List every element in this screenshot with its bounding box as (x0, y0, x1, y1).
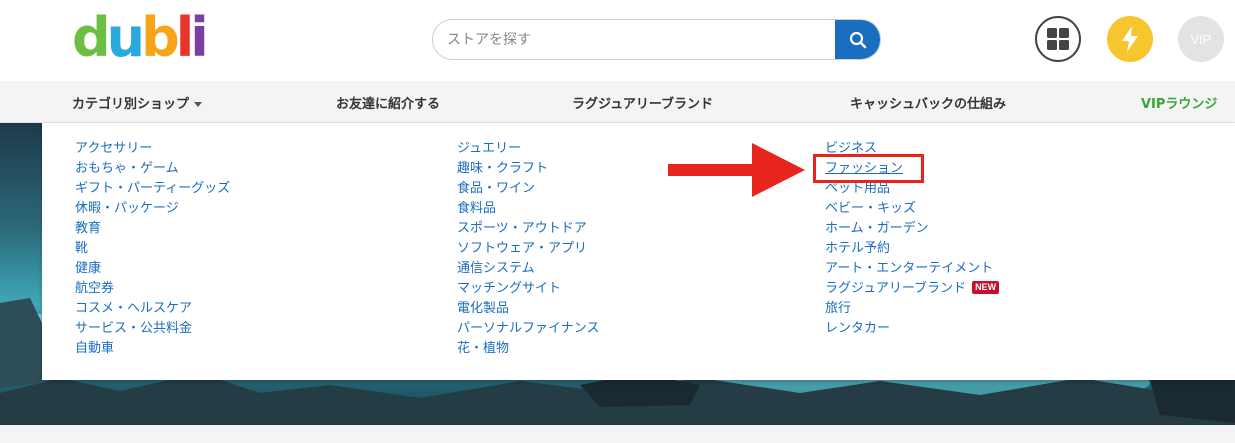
logo-letter-i: i (190, 6, 208, 69)
logo-letter-u: u (106, 6, 146, 69)
category-link[interactable]: おもちゃ・ゲーム (75, 159, 230, 179)
category-link[interactable]: サービス・公共料金 (75, 319, 230, 339)
footer-strip (0, 425, 1235, 443)
main-nav: カテゴリ別ショップ お友達に紹介する ラグジュアリーブランド キャッシュバックの… (0, 81, 1235, 123)
category-link[interactable]: アート・エンターテイメント (825, 259, 999, 279)
search-button[interactable] (835, 20, 880, 59)
category-link[interactable]: マッチングサイト (457, 279, 599, 299)
apps-button[interactable] (1035, 16, 1081, 62)
cashback-button[interactable] (1107, 16, 1153, 62)
logo-letter-d: d (72, 6, 111, 69)
category-link-luxury-label: ラグジュアリーブランド (825, 281, 967, 296)
category-link[interactable]: 靴 (75, 239, 230, 259)
category-link[interactable]: 食料品 (457, 199, 599, 219)
category-link[interactable]: パーソナルファイナンス (457, 319, 599, 339)
logo-letter-b: b (141, 6, 180, 69)
category-link[interactable]: ソフトウェア・アプリ (457, 239, 599, 259)
category-link[interactable]: ホテル予約 (825, 239, 999, 259)
vip-label: VIP (1190, 31, 1212, 47)
caret-down-icon (194, 102, 203, 107)
new-badge: NEW (972, 281, 1000, 294)
annotation-arrow-icon (668, 143, 805, 197)
category-link[interactable]: コスメ・ヘルスケア (75, 299, 230, 319)
vip-button[interactable]: VIP (1178, 16, 1224, 62)
category-link[interactable]: 旅行 (825, 299, 999, 319)
category-link[interactable]: アクセサリー (75, 139, 230, 159)
nav-vip-lounge[interactable]: VIPラウンジ (1141, 93, 1217, 112)
category-link[interactable]: 健康 (75, 259, 230, 279)
logo-letter-l: l (175, 6, 194, 69)
lightning-icon (1122, 26, 1138, 52)
category-link[interactable]: 花・植物 (457, 339, 599, 359)
search-icon (849, 31, 866, 48)
nav-refer-friend[interactable]: お友達に紹介する (336, 93, 440, 112)
category-link[interactable]: 休暇・パッケージ (75, 199, 230, 219)
category-link[interactable]: ジュエリー (457, 139, 599, 159)
category-link[interactable]: 航空券 (75, 279, 230, 299)
search-bar (432, 19, 881, 60)
category-link[interactable]: 自動車 (75, 339, 230, 359)
category-link[interactable]: 教育 (75, 219, 230, 239)
dubli-logo[interactable]: dubli (72, 10, 232, 66)
category-column-2: ジュエリー 趣味・クラフト 食品・ワイン 食料品 スポーツ・アウトドア ソフトウ… (457, 139, 599, 359)
grid-icon (1047, 28, 1069, 50)
category-link-luxury[interactable]: ラグジュアリーブランド NEW (825, 279, 1000, 299)
category-link[interactable]: ギフト・パーティーグッズ (75, 179, 230, 199)
category-link[interactable]: ベビー・キッズ (825, 199, 999, 219)
category-link[interactable]: ホーム・ガーデン (825, 219, 999, 239)
category-link[interactable]: スポーツ・アウトドア (457, 219, 599, 239)
nav-shop-by-category[interactable]: カテゴリ別ショップ (72, 93, 203, 112)
category-column-1: アクセサリー おもちゃ・ゲーム ギフト・パーティーグッズ 休暇・パッケージ 教育… (75, 139, 230, 359)
category-link[interactable]: 食品・ワイン (457, 179, 599, 199)
category-link[interactable]: 通信システム (457, 259, 599, 279)
nav-shop-by-category-label: カテゴリ別ショップ (72, 97, 190, 112)
category-link[interactable]: レンタカー (825, 319, 999, 339)
highlight-box (813, 154, 924, 183)
search-input[interactable] (447, 20, 837, 59)
nav-luxury-brands[interactable]: ラグジュアリーブランド (572, 93, 713, 112)
nav-how-cashback-works[interactable]: キャッシュバックの仕組み (850, 93, 1006, 112)
category-link[interactable]: 電化製品 (457, 299, 599, 319)
category-dropdown: アクセサリー おもちゃ・ゲーム ギフト・パーティーグッズ 休暇・パッケージ 教育… (42, 123, 1235, 380)
header: dubli VIP (0, 0, 1235, 81)
category-link[interactable]: 趣味・クラフト (457, 159, 599, 179)
